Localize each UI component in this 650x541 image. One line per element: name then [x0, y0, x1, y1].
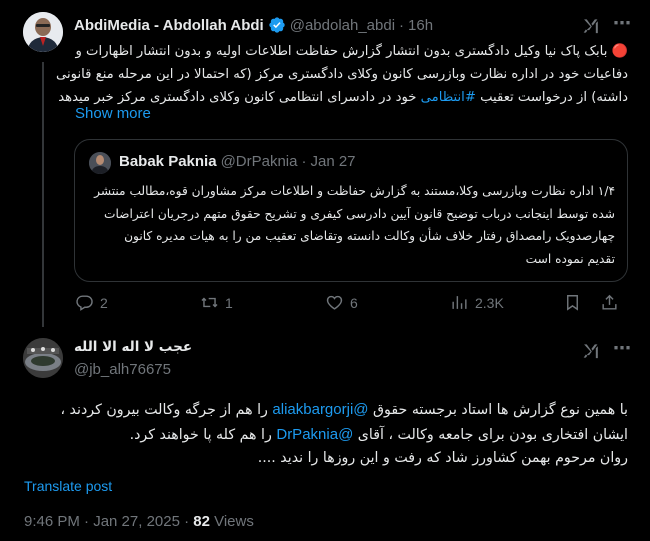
quote-author-name: Babak Paknia: [119, 153, 217, 170]
quote-card[interactable]: Babak Paknia @DrPaknia · Jan 27 ۱/۴ ادار…: [74, 139, 628, 282]
text-segment: را هم کله پا خواهند کرد.: [129, 426, 277, 443]
quote-text-line: ۱/۴ اداره نظارت وبازرسی وکلا،مستند به گز…: [94, 184, 615, 198]
views-count: 2.3K: [475, 294, 504, 311]
hashtag-link[interactable]: #انتظامی: [421, 90, 476, 105]
mention-link[interactable]: @DrPaknia: [276, 426, 353, 443]
quote-header: Babak Paknia @DrPaknia · Jan 27: [119, 153, 356, 170]
quote-avatar: [89, 152, 111, 174]
like-count: 6: [350, 294, 358, 311]
more-icon[interactable]: ⋯: [613, 13, 632, 34]
text-segment: ایشان افتخاری بودن برای جامعه وکالت ، آق…: [353, 426, 628, 443]
bookmark-icon: [567, 295, 578, 311]
reply-handle[interactable]: @jb_alh76675: [74, 361, 171, 378]
more-icon[interactable]: ⋯: [613, 338, 632, 359]
reply-timestamp: 9:46 PM · Jan 27, 2025 · 82 Views: [24, 513, 254, 530]
text-segment: را هم از جرگه وکالت بیرون کردند ،: [60, 402, 273, 418]
views-icon: [452, 296, 467, 309]
tweet-text-line: دفاعیات خود در اداره نظارت وبازرسی کانون…: [56, 67, 628, 82]
quote-text-line: تقدیم نموده است: [525, 251, 615, 266]
author-avatar[interactable]: [23, 12, 63, 52]
reply-icon: [76, 295, 93, 311]
show-more-link[interactable]: Show more: [75, 105, 151, 122]
tweet-time[interactable]: 16h: [408, 17, 433, 34]
tweet-text: 🔴 بابک پاک نیا وکیل دادگستری بدون انتشار…: [56, 40, 628, 109]
retweet-button[interactable]: 1: [200, 293, 233, 312]
text-segment: خود در دادسرای انتظامی کانون وکلای دادگس…: [58, 90, 421, 105]
reply-avatar[interactable]: [23, 338, 63, 378]
tweet-text-line: 🔴 بابک پاک نیا وکیل دادگستری بدون انتشار…: [75, 44, 628, 59]
author-name[interactable]: AbdiMedia - Abdollah Abdi: [74, 17, 264, 34]
mention-link[interactable]: @aliakbargorji: [272, 401, 368, 418]
reply-text-line: روان مرحوم بهمن کشاورز شاد که رفت و این …: [257, 450, 628, 466]
text-segment: داشته) از درخواست تعقیب: [475, 90, 628, 105]
tweet-text-line: داشته) از درخواست تعقیب #انتظامی خود در …: [58, 86, 628, 109]
quote-text: ۱/۴ اداره نظارت وبازرسی وکلا،مستند به گز…: [89, 180, 615, 270]
header-separator: ·: [399, 16, 405, 34]
share-button[interactable]: [600, 293, 619, 312]
translate-link[interactable]: Translate post: [24, 478, 112, 494]
quote-text-line: شده توسط اینجانب درباب توضیح قانون آیین …: [103, 206, 615, 221]
thread-line: [42, 62, 44, 327]
retweet-count: 1: [225, 294, 233, 311]
views-button[interactable]: 2.3K: [450, 293, 504, 312]
reply-text-line: ایشان افتخاری بودن برای جامعه وکالت ، آق…: [24, 423, 628, 448]
views-label: Views: [209, 513, 254, 530]
quote-text-line: چهارصدویک رامصداق رفتار خلاف شأن وکالت د…: [124, 229, 615, 243]
quote-handle: @DrPaknia: [220, 153, 298, 170]
views-count-strong: 82: [193, 513, 210, 530]
grok-icon[interactable]: [582, 341, 602, 366]
quote-separator: ·: [301, 153, 307, 170]
like-icon: [326, 295, 343, 310]
verified-badge-icon: [268, 16, 286, 34]
like-button[interactable]: 6: [325, 293, 358, 312]
text-segment: با همین نوع گزارش ها استاد برجسته حقوق: [368, 402, 628, 418]
quote-date: Jan 27: [310, 153, 356, 170]
reply-text: با همین نوع گزارش ها استاد برجسته حقوق @…: [24, 398, 628, 471]
bookmark-button[interactable]: [563, 293, 582, 312]
share-icon: [602, 294, 617, 310]
retweet-icon: [201, 297, 218, 308]
grok-icon[interactable]: [582, 16, 602, 41]
reply-button[interactable]: 2: [75, 293, 108, 312]
timestamp-text[interactable]: 9:46 PM · Jan 27, 2025 ·: [24, 513, 193, 530]
reply-count: 2: [100, 294, 108, 311]
author-handle[interactable]: @abdolah_abdi: [290, 17, 395, 34]
tweet-header: AbdiMedia - Abdollah Abdi @abdolah_abdi …: [74, 14, 433, 36]
reply-text-line: با همین نوع گزارش ها استاد برجسته حقوق @…: [24, 398, 628, 423]
reply-author-name[interactable]: عجب لا اله الا الله: [74, 339, 194, 355]
